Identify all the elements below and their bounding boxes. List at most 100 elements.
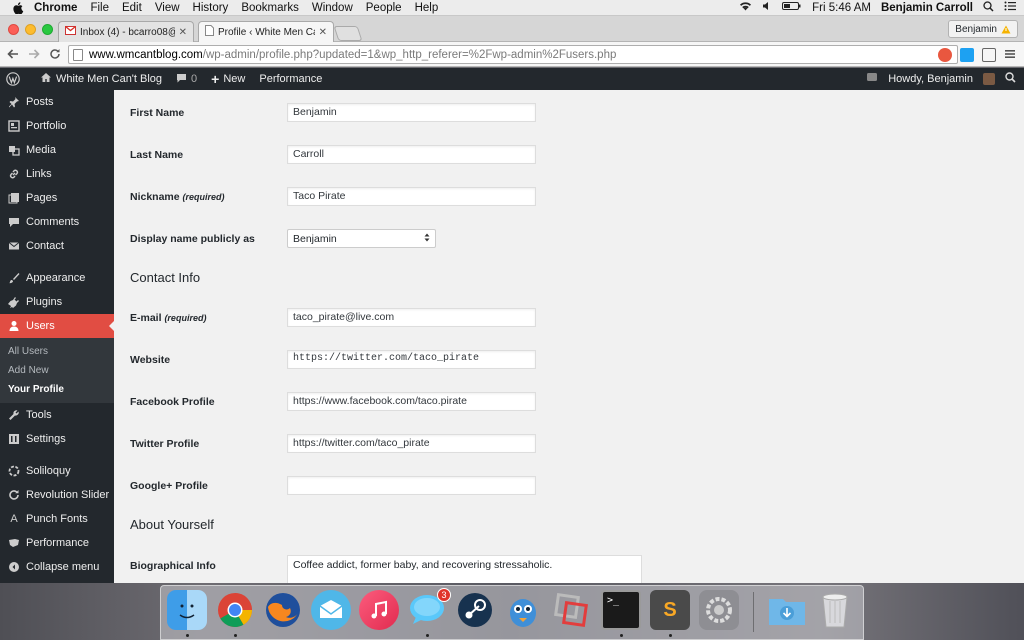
sidebar-item-portfolio[interactable]: Portfolio (0, 114, 114, 138)
comments-link[interactable]: 0 (176, 73, 197, 86)
menu-history[interactable]: History (193, 2, 229, 14)
cast-icon[interactable] (982, 48, 996, 62)
close-tab-icon[interactable]: ✕ (319, 27, 327, 38)
tab-profile[interactable]: Profile ‹ White Men Can't B ✕ (198, 21, 334, 42)
admin-search-icon[interactable] (1005, 72, 1016, 86)
nickname-input[interactable]: Taco Pirate (287, 187, 536, 206)
new-content-link[interactable]: + New (211, 71, 245, 87)
sidebar-item-contact[interactable]: Contact (0, 234, 114, 258)
sidebar-item-pages[interactable]: Pages (0, 186, 114, 210)
sidebar-item-performance[interactable]: Performance (0, 531, 114, 555)
sublime-icon[interactable]: S (650, 590, 690, 630)
email-input[interactable]: taco_pirate@live.com (287, 308, 536, 327)
menu-bookmarks[interactable]: Bookmarks (241, 2, 299, 14)
bio-textarea[interactable]: Coffee addict, former baby, and recoveri… (287, 555, 642, 583)
spotlight-icon[interactable] (983, 0, 994, 15)
gmail-icon (65, 25, 76, 38)
menu-people[interactable]: People (366, 2, 402, 14)
menu-help[interactable]: Help (415, 2, 439, 14)
firefox-icon[interactable] (263, 590, 303, 630)
clock[interactable]: Fri 5:46 AM (812, 2, 871, 14)
sidebar-item-label: Portfolio (26, 120, 67, 132)
new-label: New (223, 73, 246, 85)
chrome-icon[interactable] (215, 590, 255, 630)
sidebar-item-comments[interactable]: Comments (0, 210, 114, 234)
howdy-user[interactable]: Howdy, Benjamin (888, 73, 973, 85)
trash-icon[interactable] (815, 590, 855, 630)
tab-inbox[interactable]: Inbox (4) - bcarro08@bake ✕ (58, 21, 194, 42)
back-arrow-icon[interactable] (5, 46, 21, 62)
website-input[interactable]: https://twitter.com/taco_pirate (287, 350, 536, 369)
wifi-icon[interactable] (739, 1, 752, 14)
apple-icon[interactable] (12, 1, 24, 14)
vmware-icon[interactable] (551, 590, 591, 630)
menu-app-name[interactable]: Chrome (34, 2, 77, 14)
steam-icon[interactable] (455, 590, 495, 630)
forward-arrow-icon[interactable] (26, 46, 42, 62)
googleplus-input[interactable] (287, 476, 536, 495)
sidebar-item-revolution-slider[interactable]: Revolution Slider (0, 483, 114, 507)
downloads-icon[interactable] (767, 590, 807, 630)
sidebar-item-punch-fonts[interactable]: A Punch Fonts (0, 507, 114, 531)
performance-link[interactable]: Performance (259, 73, 322, 85)
sidebar-item-settings[interactable]: Settings (0, 427, 114, 451)
comments-icon (8, 216, 20, 228)
volume-icon[interactable] (762, 1, 772, 14)
battery-icon[interactable] (782, 1, 802, 14)
menu-view[interactable]: View (155, 2, 180, 14)
avatar[interactable] (983, 73, 995, 85)
sidebar-item-links[interactable]: Links (0, 162, 114, 186)
sidebar-item-users[interactable]: Users (0, 314, 114, 338)
itunes-icon[interactable] (359, 590, 399, 630)
sidebar-item-soliloquy[interactable]: Soliloquy (0, 459, 114, 483)
links-icon (8, 168, 20, 180)
menu-window[interactable]: Window (312, 2, 353, 14)
twitter-extension-icon[interactable] (960, 48, 974, 62)
facebook-input[interactable]: https://www.facebook.com/taco.pirate (287, 392, 536, 411)
mailbox-icon[interactable] (311, 590, 351, 630)
close-tab-icon[interactable]: ✕ (179, 27, 187, 38)
opera-extension-icon[interactable] (938, 48, 952, 62)
last-name-input[interactable]: Carroll (287, 145, 536, 164)
sidebar-item-tools[interactable]: Tools (0, 403, 114, 427)
sidebar-collapse-menu[interactable]: Collapse menu (0, 555, 114, 579)
submenu-all-users[interactable]: All Users (0, 342, 114, 361)
new-tab-button[interactable] (333, 26, 363, 41)
sidebar-item-appearance[interactable]: Appearance (0, 266, 114, 290)
submenu-your-profile[interactable]: Your Profile (0, 380, 114, 399)
close-window-button[interactable] (8, 24, 19, 35)
googleplus-row: Google+ Profile (130, 476, 830, 495)
user-name[interactable]: Benjamin Carroll (881, 2, 973, 14)
chrome-menu-icon[interactable] (1004, 48, 1016, 62)
sidebar-item-label: Performance (26, 537, 89, 549)
chrome-profile-button[interactable]: Benjamin (948, 20, 1018, 38)
first-name-input[interactable]: Benjamin (287, 103, 536, 122)
page-info-icon[interactable] (73, 48, 83, 61)
system-preferences-icon[interactable] (699, 590, 739, 630)
sidebar-item-plugins[interactable]: Plugins (0, 290, 114, 314)
sidebar-item-posts[interactable]: Posts (0, 90, 114, 114)
minimize-window-button[interactable] (25, 24, 36, 35)
wordpress-logo-icon[interactable] (6, 72, 20, 86)
finder-icon[interactable] (167, 590, 207, 630)
url-host: www.wmcantblog.com (89, 48, 203, 61)
twitter-input[interactable]: https://twitter.com/taco_pirate (287, 434, 536, 453)
notification-icon[interactable] (866, 72, 878, 86)
twitter-row: Twitter Profile https://twitter.com/taco… (130, 434, 830, 453)
tweetbot-icon[interactable] (503, 590, 543, 630)
menu-file[interactable]: File (90, 2, 109, 14)
display-name-select[interactable]: Benjamin (287, 229, 436, 248)
performance-icon (8, 537, 20, 549)
plus-icon: + (211, 71, 220, 87)
site-name-link[interactable]: White Men Can't Blog (40, 72, 162, 86)
profile-name: Benjamin (955, 23, 997, 35)
terminal-icon[interactable]: >_ (601, 590, 641, 630)
sidebar-item-label: Posts (26, 96, 54, 108)
sidebar-item-media[interactable]: Media (0, 138, 114, 162)
submenu-add-new[interactable]: Add New (0, 361, 114, 380)
menu-edit[interactable]: Edit (122, 2, 142, 14)
zoom-window-button[interactable] (42, 24, 53, 35)
reload-icon[interactable] (47, 46, 63, 62)
address-bar[interactable]: www.wmcantblog.com/wp-admin/profile.php?… (68, 45, 958, 64)
notification-center-icon[interactable] (1004, 1, 1016, 14)
